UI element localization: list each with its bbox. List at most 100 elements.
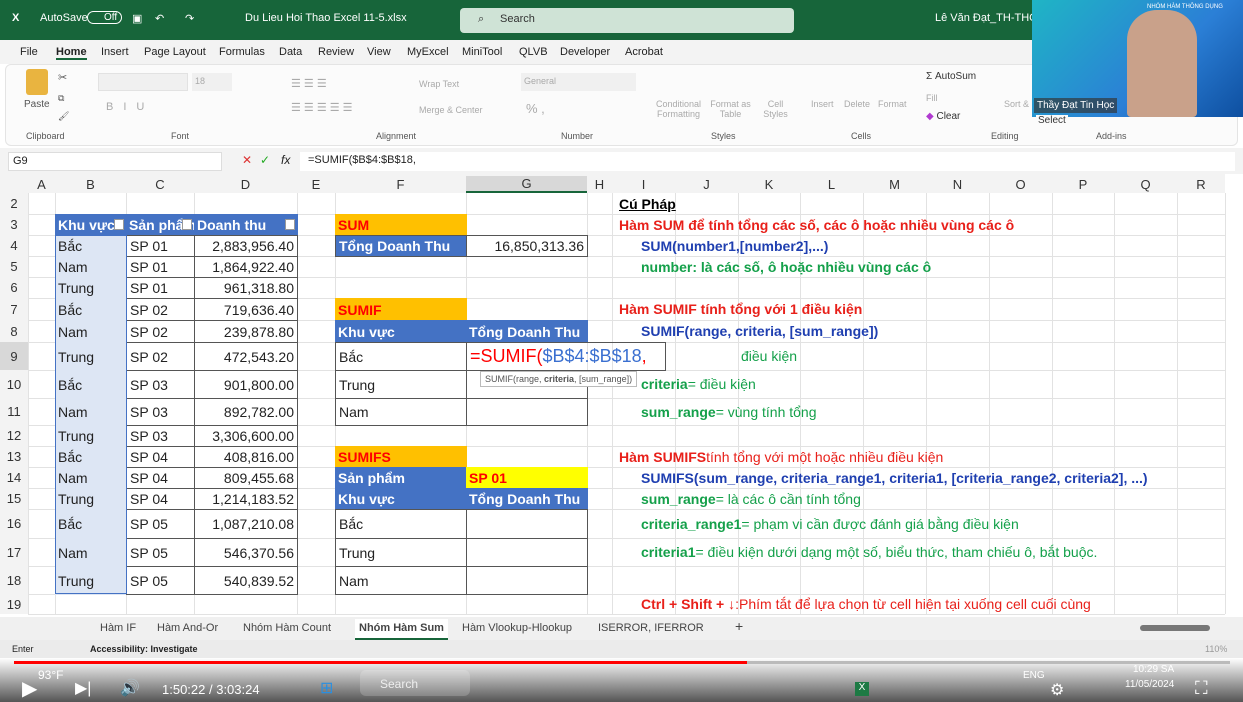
cell-D15[interactable]: 1,214,183.52 — [194, 488, 298, 510]
row-header-15[interactable]: 15 — [0, 488, 28, 509]
column-header-P[interactable]: P — [1052, 176, 1114, 193]
row-header-7[interactable]: 7 — [0, 298, 28, 320]
column-header-L[interactable]: L — [800, 176, 863, 193]
worksheet-grid[interactable]: A B C D E F G H I J K L M N O P Q R 2 3 4 5 6 7 8 9 10 11 12 13 14 15 16… — [0, 174, 1243, 617]
column-header-Q[interactable]: Q — [1114, 176, 1177, 193]
row-header-13[interactable]: 13 — [0, 446, 28, 467]
clear-button[interactable]: ◆ Clear — [926, 111, 960, 122]
cell-D8[interactable]: 239,878.80 — [194, 320, 298, 343]
row-header-8[interactable]: 8 — [0, 320, 28, 342]
menu-tab-review[interactable]: Review — [318, 46, 354, 58]
cell-G9[interactable]: =SUMIF($B$4:$B$18, — [466, 342, 666, 371]
cell-D14[interactable]: 809,455.68 — [194, 467, 298, 489]
format-as-table-button[interactable]: Format as Table — [708, 99, 753, 119]
cell-C4[interactable]: SP 01 — [126, 235, 195, 257]
find-select-button[interactable]: Select — [1036, 115, 1068, 126]
cell-C14[interactable]: SP 04 — [126, 467, 195, 489]
column-header-D[interactable]: D — [194, 176, 297, 193]
cell-D4[interactable]: 2,883,956.40 — [194, 235, 298, 257]
row-header-5[interactable]: 5 — [0, 256, 28, 277]
cell-F7[interactable]: SUMIF — [335, 298, 467, 321]
cell-G16[interactable] — [466, 509, 588, 539]
cancel-icon[interactable]: ✕ — [242, 153, 252, 167]
column-header-B[interactable]: B — [55, 176, 126, 193]
column-header-C[interactable]: C — [126, 176, 194, 193]
volume-icon[interactable]: 🔊 — [120, 678, 140, 698]
cell-C9[interactable]: SP 02 — [126, 342, 195, 371]
number-format-select[interactable]: General — [521, 73, 636, 91]
filter-dropdown-icon[interactable] — [285, 219, 295, 230]
menu-tab-myexcel[interactable]: MyExcel — [407, 46, 449, 58]
taskbar-search[interactable]: Search — [360, 670, 470, 696]
cell-F15[interactable]: Khu vực — [335, 488, 467, 510]
menu-tab-file[interactable]: File — [20, 46, 38, 58]
column-header-I[interactable]: I — [612, 176, 675, 193]
cell-F17[interactable]: Trung — [335, 538, 467, 567]
enter-icon[interactable]: ✓ — [260, 153, 270, 167]
excel-taskbar-icon[interactable]: X — [855, 682, 869, 696]
sheet-tab[interactable]: Hàm Vlookup-Hlookup — [462, 622, 572, 634]
row-header-4[interactable]: 4 — [0, 235, 28, 256]
row-header-3[interactable]: 3 — [0, 214, 28, 235]
fill-button[interactable]: Fill — [926, 93, 938, 103]
font-name-select[interactable] — [98, 73, 188, 91]
column-header-G[interactable]: G — [466, 176, 587, 193]
format-painter-icon[interactable]: 🖌 — [58, 111, 69, 122]
cell-F4[interactable]: Tổng Doanh Thu — [335, 235, 467, 257]
autosum-button[interactable]: Σ AutoSum — [926, 71, 976, 82]
menu-tab-minitool[interactable]: MiniTool — [462, 46, 502, 58]
cell-C11[interactable]: SP 03 — [126, 398, 195, 426]
redo-icon[interactable]: ↷ — [185, 12, 194, 25]
cell-D10[interactable]: 901,800.00 — [194, 370, 298, 399]
menu-tab-developer[interactable]: Developer — [560, 46, 610, 58]
cell-C7[interactable]: SP 02 — [126, 298, 195, 321]
cell-D13[interactable]: 408,816.00 — [194, 446, 298, 468]
file-name[interactable]: Du Lieu Hoi Thao Excel 11-5.xlsx — [245, 12, 407, 24]
menu-tab-formulas[interactable]: Formulas — [219, 46, 265, 58]
row-header-12[interactable]: 12 — [0, 425, 28, 446]
cell-C15[interactable]: SP 04 — [126, 488, 195, 510]
row-header-10[interactable]: 10 — [0, 370, 28, 398]
cell-C8[interactable]: SP 02 — [126, 320, 195, 343]
sheet-tab[interactable]: Nhóm Hàm Sum — [355, 619, 448, 640]
save-icon[interactable]: ▣ — [132, 12, 142, 25]
function-icon[interactable]: fx — [281, 153, 290, 167]
windows-start-icon[interactable]: ⊞ — [320, 678, 333, 698]
next-icon[interactable]: ▶| — [75, 678, 91, 698]
cell-F18[interactable]: Nam — [335, 566, 467, 595]
cell-C13[interactable]: SP 04 — [126, 446, 195, 468]
sheet-tab[interactable]: ISERROR, IFERROR — [598, 622, 704, 634]
column-header-E[interactable]: E — [297, 176, 335, 193]
row-header-11[interactable]: 11 — [0, 398, 28, 425]
accessibility-status[interactable]: Accessibility: Investigate — [90, 644, 198, 654]
menu-tab-insert[interactable]: Insert — [101, 46, 129, 58]
align-icons[interactable]: ☰ ☰ ☰ — [291, 77, 327, 90]
column-header-M[interactable]: M — [863, 176, 926, 193]
column-header-R[interactable]: R — [1177, 176, 1225, 193]
video-progress-track[interactable] — [14, 661, 1230, 664]
cell-F11[interactable]: Nam — [335, 398, 467, 426]
cell-F16[interactable]: Bắc — [335, 509, 467, 539]
delete-button[interactable]: Delete — [844, 99, 870, 109]
cell-C6[interactable]: SP 01 — [126, 277, 195, 299]
conditional-formatting-button[interactable]: Conditional Formatting — [651, 99, 706, 119]
row-header-2[interactable]: 2 — [0, 193, 28, 214]
merge-center-button[interactable]: Merge & Center — [419, 105, 483, 115]
column-header-F[interactable]: F — [335, 176, 466, 193]
cell-C18[interactable]: SP 05 — [126, 566, 195, 595]
sheet-tab[interactable]: Nhóm Hàm Count — [243, 622, 331, 634]
cell-F14[interactable]: Sản phẩm — [335, 467, 467, 489]
cell-G17[interactable] — [466, 538, 588, 567]
column-header-A[interactable]: A — [28, 176, 55, 193]
menu-tab-view[interactable]: View — [367, 46, 391, 58]
sheet-tab[interactable]: Hàm IF — [100, 622, 136, 634]
column-header-H[interactable]: H — [587, 176, 612, 193]
cell-F3[interactable]: SUM — [335, 214, 467, 236]
row-header-19[interactable]: 19 — [0, 594, 28, 614]
row-header-6[interactable]: 6 — [0, 277, 28, 298]
cell-G14[interactable]: SP 01 — [466, 467, 588, 489]
paste-icon[interactable] — [26, 69, 48, 95]
font-size-select[interactable]: 18 — [192, 73, 232, 91]
row-header-17[interactable]: 17 — [0, 538, 28, 566]
formula-input[interactable]: =SUMIF($B$4:$B$18, — [300, 152, 1235, 171]
